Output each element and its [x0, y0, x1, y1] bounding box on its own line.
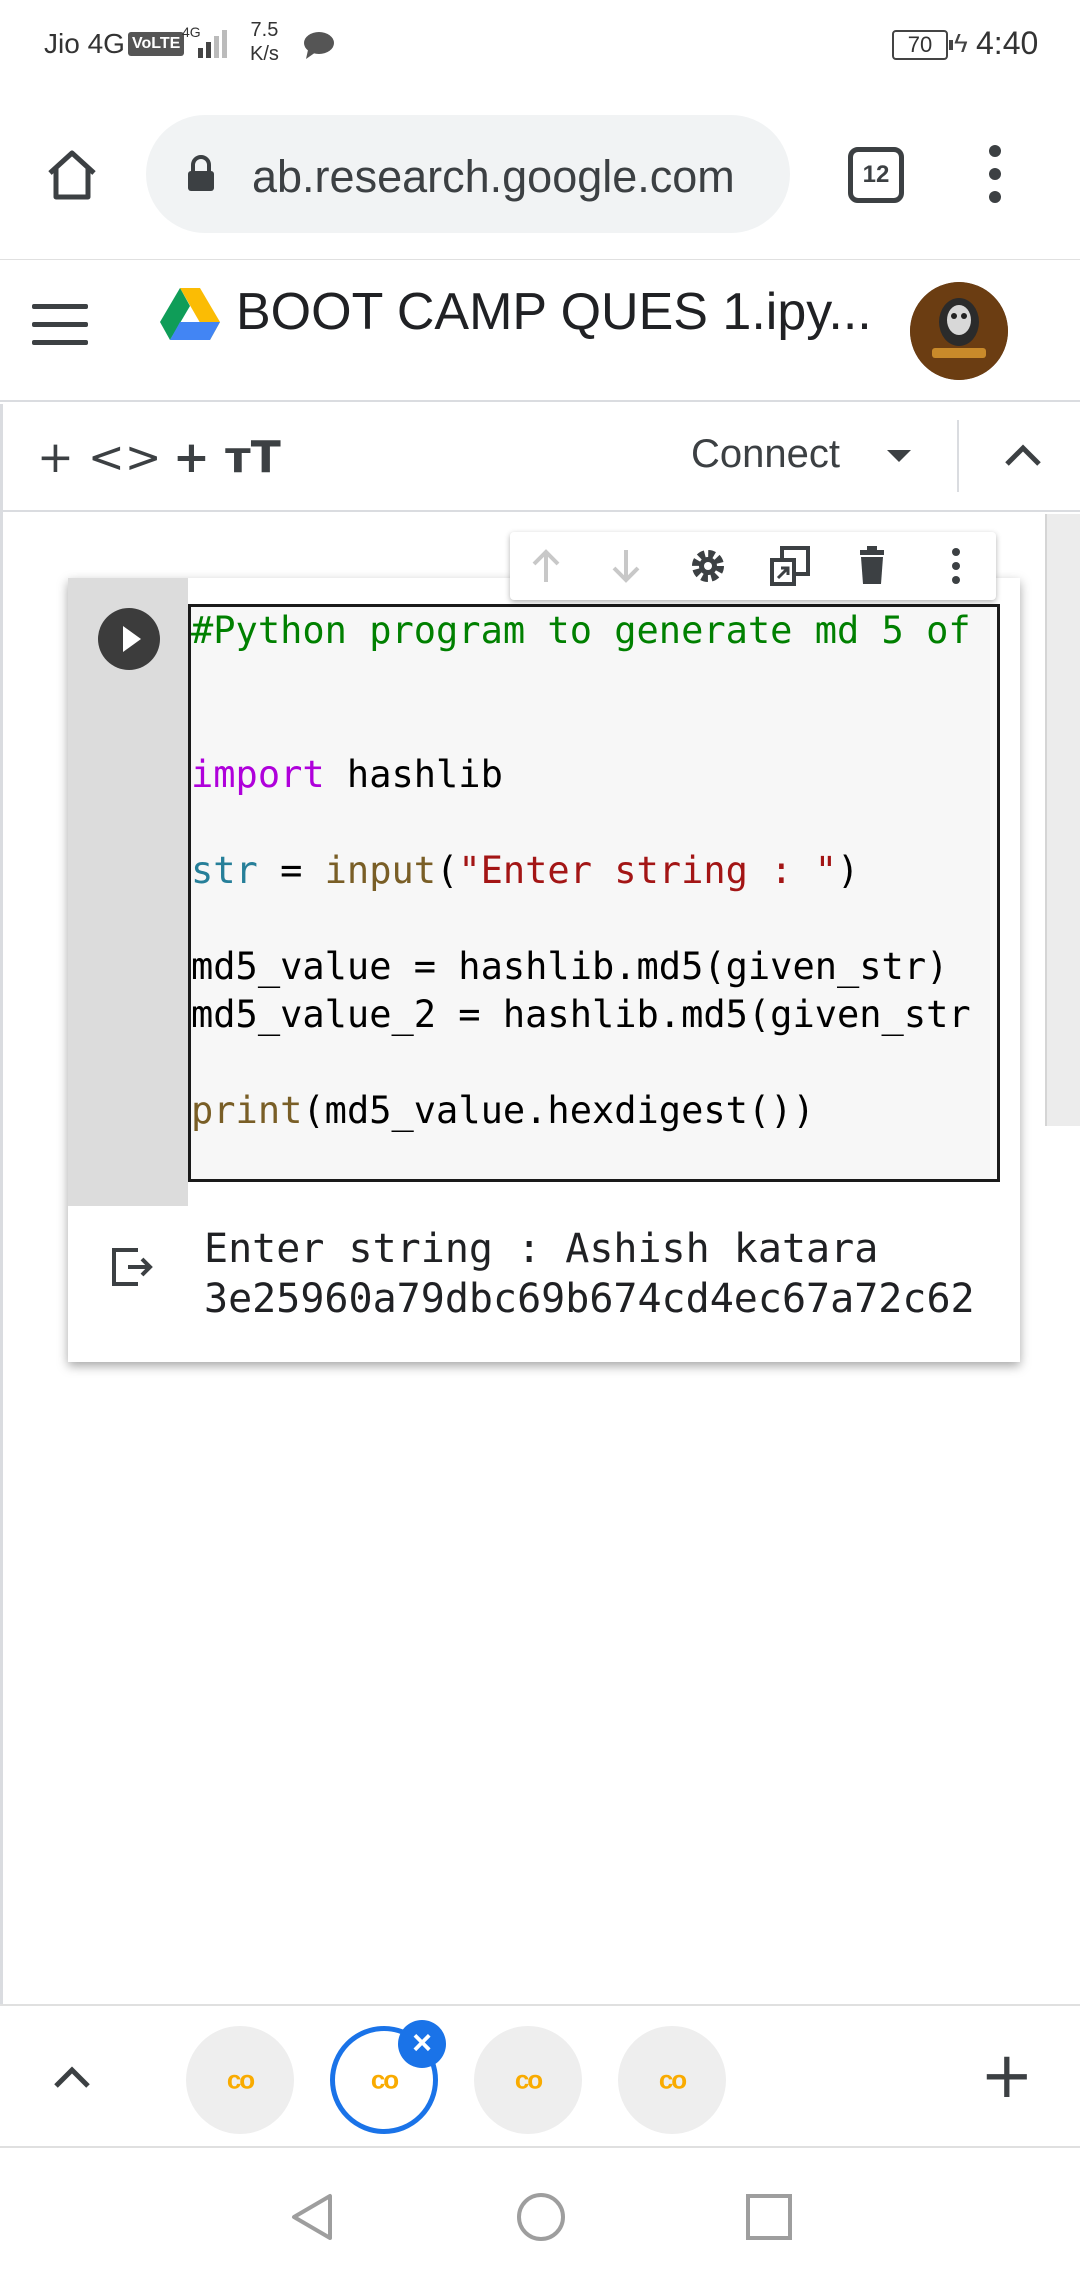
- google-drive-icon[interactable]: [158, 286, 222, 342]
- code-token: ): [837, 849, 860, 892]
- recents-icon[interactable]: [742, 2190, 796, 2244]
- address-bar[interactable]: ab.research.google.com: [146, 115, 790, 233]
- chevron-up-icon[interactable]: [50, 2056, 94, 2096]
- tab-thumbnail[interactable]: co: [618, 2026, 726, 2134]
- volte-badge: VoLTE: [128, 32, 185, 56]
- code-line: import hashlib: [191, 751, 503, 799]
- scrollbar[interactable]: [1045, 514, 1080, 1126]
- code-cell[interactable]: #Python program to generate md 5 of impor…: [68, 578, 1020, 1362]
- hamburger-menu-icon[interactable]: [32, 304, 88, 348]
- tab-strip: co co × co co +: [0, 2004, 1080, 2148]
- cell-gutter: [68, 578, 188, 1206]
- clock: 4:40: [976, 25, 1039, 61]
- toolbar-divider: [957, 420, 959, 492]
- move-down-icon[interactable]: [604, 544, 648, 588]
- code-token: print: [191, 1089, 303, 1132]
- tab-thumbnail[interactable]: co: [474, 2026, 582, 2134]
- code-token: md5_value_2 = hashlib.md5(given_str: [191, 993, 971, 1036]
- carrier-name: Jio 4G: [44, 28, 125, 59]
- home-nav-icon[interactable]: [514, 2190, 568, 2244]
- cell-output: Enter string : Ashish katara 3e25960a79db…: [68, 1206, 1020, 1362]
- code-token: =: [257, 849, 325, 892]
- browser-menu-icon[interactable]: [980, 141, 1010, 207]
- code-token: #Python program to generate md 5 of: [191, 609, 971, 652]
- colab-logo-icon: co: [370, 2064, 399, 2095]
- status-bar: Jio 4G VoLTE 4G 7.5 K/s 70 ϟ 4:40: [0, 0, 1080, 95]
- avatar[interactable]: [910, 282, 1008, 380]
- more-options-icon[interactable]: [934, 544, 978, 588]
- code-token: "Enter string : ": [458, 849, 838, 892]
- cell-toolbar: [510, 532, 996, 600]
- avatar-image: [910, 282, 1008, 380]
- code-token: input: [324, 849, 437, 892]
- move-up-icon[interactable]: [524, 544, 568, 588]
- url-text: ab.research.google.com: [252, 151, 735, 202]
- output-redirect-icon[interactable]: [108, 1242, 156, 1290]
- code-token: str: [191, 849, 258, 892]
- add-code-cell-button[interactable]: + <>: [37, 432, 162, 483]
- chevron-up-icon[interactable]: [1001, 436, 1045, 476]
- colab-logo-icon: co: [658, 2064, 687, 2095]
- code-token: md5_value = hashlib.md5(given_str): [191, 945, 949, 988]
- chat-notification-icon: [304, 32, 334, 59]
- code-line: print(md5_value.hexdigest()): [191, 1087, 815, 1135]
- close-tab-icon[interactable]: ×: [398, 2020, 446, 2068]
- tab-switcher-button[interactable]: 12: [848, 147, 904, 203]
- connect-button[interactable]: Connect: [691, 432, 840, 477]
- output-text: Enter string : Ashish katara 3e25960a79db…: [204, 1224, 975, 1324]
- mirror-cell-icon[interactable]: [768, 544, 812, 588]
- code-token: (md5_value.hexdigest()): [302, 1089, 815, 1132]
- browser-toolbar: ab.research.google.com 12: [0, 95, 1080, 260]
- code-line: md5_value = hashlib.md5(given_str): [191, 943, 948, 991]
- code-line: md5_value_2 = hashlib.md5(given_str: [191, 991, 971, 1039]
- battery-indicator: 70: [892, 30, 953, 60]
- output-line: Enter string : Ashish katara: [204, 1226, 879, 1272]
- charging-icon: ϟ: [954, 28, 968, 58]
- system-nav-bar: [0, 2148, 1080, 2280]
- network-speed: 7.5 K/s: [250, 18, 279, 66]
- code-token: import: [191, 753, 325, 796]
- colab-logo-icon: co: [514, 2064, 543, 2095]
- tab-thumbnail[interactable]: co: [186, 2026, 294, 2134]
- output-line: 3e25960a79dbc69b674cd4ec67a72c62: [204, 1276, 975, 1322]
- colab-logo-icon: co: [226, 2064, 255, 2095]
- run-cell-button[interactable]: [98, 608, 160, 670]
- lock-icon: [188, 155, 214, 191]
- code-token: hashlib: [324, 753, 503, 796]
- code-line: str = input("Enter string : "): [191, 847, 859, 895]
- code-token: (: [436, 849, 459, 892]
- delete-icon[interactable]: [850, 544, 894, 588]
- signal-icon: [198, 30, 227, 58]
- colab-header: BOOT CAMP QUES 1.ipy...: [0, 260, 1080, 402]
- code-line: #Python program to generate md 5 of: [191, 607, 971, 655]
- new-tab-button[interactable]: +: [980, 2044, 1034, 2108]
- speed-value: 7.5: [250, 19, 279, 41]
- add-text-cell-button[interactable]: + тT: [173, 432, 281, 483]
- connect-dropdown-icon[interactable]: [887, 450, 911, 462]
- code-editor[interactable]: #Python program to generate md 5 of impor…: [188, 604, 1000, 1182]
- gear-icon[interactable]: [686, 544, 730, 588]
- notebook-toolbar: + <> + тT Connect: [0, 404, 1080, 512]
- back-icon[interactable]: [286, 2190, 340, 2244]
- home-icon[interactable]: [42, 145, 102, 205]
- notebook-title[interactable]: BOOT CAMP QUES 1.ipy...: [236, 282, 872, 342]
- speed-unit: K/s: [250, 43, 279, 65]
